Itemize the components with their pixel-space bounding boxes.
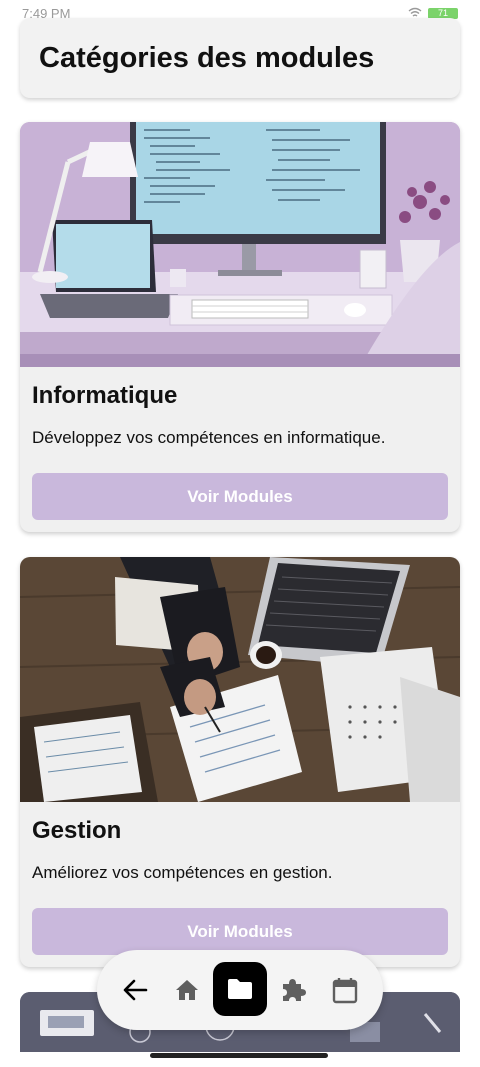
calendar-icon[interactable] (327, 972, 363, 1008)
desk-computer-image (20, 122, 460, 367)
voir-modules-button[interactable]: Voir Modules (32, 908, 448, 955)
puzzle-icon[interactable] (275, 972, 311, 1008)
card-description: Développez vos compétences en informatiq… (32, 428, 386, 447)
card-description: Améliorez vos compétences en gestion. (32, 863, 333, 882)
folder-icon (228, 979, 252, 999)
folder-icon-active[interactable] (213, 962, 267, 1016)
page-title: Catégories des modules (39, 42, 375, 74)
card-title: Informatique (32, 382, 178, 409)
category-card-informatique: Informatique Développez vos compétences … (20, 122, 460, 532)
home-icon[interactable] (169, 972, 205, 1008)
header-card: Catégories des modules (20, 18, 460, 98)
category-card-gestion: Gestion Améliorez vos compétences en ges… (20, 557, 460, 967)
home-indicator (150, 1053, 328, 1058)
voir-modules-button[interactable]: Voir Modules (32, 473, 448, 520)
back-arrow-icon[interactable] (117, 972, 153, 1008)
bottom-navigation (97, 950, 383, 1030)
card-title: Gestion (32, 817, 122, 844)
business-documents-image (20, 557, 460, 802)
